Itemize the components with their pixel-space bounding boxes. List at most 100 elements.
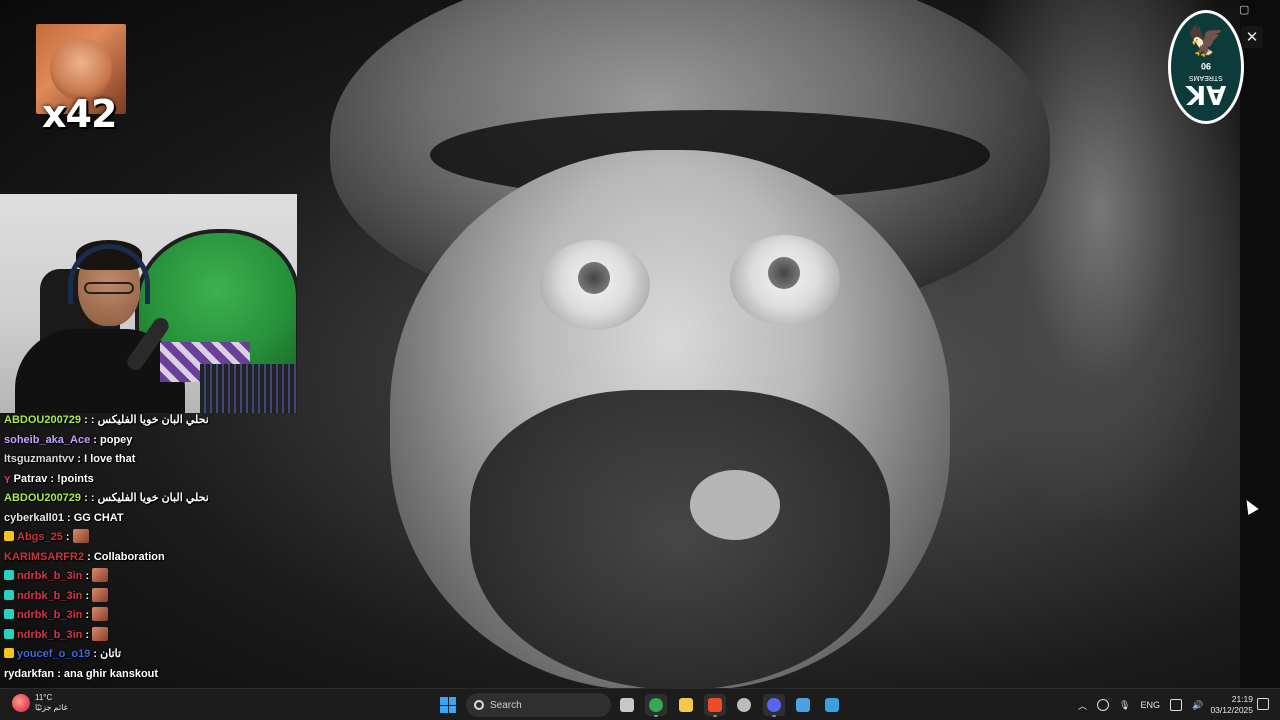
chat-text: تاتان <box>100 648 122 660</box>
chat-username[interactable]: KARIMSARFR2 <box>4 551 84 563</box>
task-view-button[interactable] <box>616 694 638 716</box>
left-eye <box>540 240 650 330</box>
language-indicator[interactable]: ENG <box>1140 700 1160 710</box>
chat-text: ana ghir kanskout <box>63 667 159 680</box>
chat-username[interactable]: ndrbk_b_3in <box>17 570 82 582</box>
snipping-tool-button[interactable] <box>821 694 843 716</box>
heart-badge-icon: Y <box>4 474 11 486</box>
photos-button[interactable] <box>792 694 814 716</box>
mod-badge-icon <box>4 589 14 600</box>
chat-username[interactable]: ABDOU200729 <box>4 414 81 426</box>
windows-icon-q3 <box>440 705 448 713</box>
chat-username[interactable]: ndrbk_b_3in <box>17 629 82 641</box>
weather-desc: غائم جزئيًا <box>35 703 68 712</box>
clock-date: 03/12/2025 <box>1210 705 1253 715</box>
chat-message: ndrbk_b_3in : <box>4 606 304 626</box>
chat-text: !points <box>57 472 94 485</box>
chat-username[interactable]: Abgs_25 <box>17 531 63 543</box>
taskbar-search[interactable]: Search <box>466 693 611 717</box>
sub-badge-icon <box>4 648 14 658</box>
close-button[interactable]: ✕ <box>1241 26 1263 48</box>
brave-icon <box>707 698 722 712</box>
chat-emote-icon <box>72 529 89 543</box>
chat-username[interactable]: rydarkfan <box>4 668 54 680</box>
chat-emote-icon <box>92 587 109 602</box>
start-button[interactable] <box>440 697 456 713</box>
notification-icon[interactable] <box>1257 698 1269 710</box>
obs-button[interactable] <box>733 694 755 716</box>
emote-counter: x42 <box>42 92 117 136</box>
windows-icon-q4 <box>448 705 456 713</box>
chrome-button[interactable] <box>645 694 668 717</box>
snipping-tool-icon <box>825 698 840 712</box>
chat-separator: : <box>84 550 94 563</box>
chat-username[interactable]: Itsguzmantvv <box>4 453 74 465</box>
mod-badge-icon <box>4 570 14 580</box>
file-explorer-button[interactable] <box>675 694 697 716</box>
emote-face <box>50 38 112 100</box>
chat-emote-icon <box>92 607 109 621</box>
chat-message: ABDOU200729 : : نحلي البان خويا الفليكس <box>4 489 304 509</box>
webcam-feed <box>0 194 297 413</box>
glasses <box>84 282 134 294</box>
volume-icon[interactable]: 🔊 <box>1192 700 1203 711</box>
running-indicator <box>771 715 776 717</box>
chat-separator: : <box>63 511 74 524</box>
windows-icon-q2 <box>448 697 456 705</box>
weather-widget[interactable]: 11°C غائم جزئيًا <box>12 693 68 713</box>
eagle-icon: 🦅 <box>1187 25 1225 58</box>
taskbar: 11°C غائم جزئيًا Search ︿ 🎙 ENG 🔊 21:19 … <box>0 688 1280 720</box>
network-icon[interactable] <box>1169 699 1182 711</box>
chat-message: KARIMSARFR2 : Collaboration <box>4 548 304 568</box>
chat-username[interactable]: Patrav <box>14 473 48 485</box>
running-indicator <box>712 715 717 717</box>
discord-button[interactable] <box>762 694 785 717</box>
brave-button[interactable] <box>703 694 726 717</box>
search-label: Search <box>490 699 522 711</box>
mouth <box>690 470 780 540</box>
clock[interactable]: 21:19 03/12/2025 <box>1205 694 1253 716</box>
right-pupil <box>768 257 800 289</box>
photos-icon <box>795 698 810 712</box>
chat-username[interactable]: ndrbk_b_3in <box>17 590 82 602</box>
logo-monogram: AK <box>1185 79 1227 109</box>
window-edge <box>1240 0 1280 688</box>
clock-time: 21:19 <box>1231 694 1253 704</box>
logo-code: 90 <box>1200 61 1211 71</box>
chat-separator: : <box>90 433 100 446</box>
chat-separator: : <box>81 414 91 426</box>
chat-message: cyberkall01 : GG CHAT <box>4 509 304 529</box>
discord-icon <box>766 698 781 712</box>
sync-icon[interactable] <box>1097 699 1110 711</box>
keyboard <box>200 364 297 413</box>
chat-separator: : <box>74 453 85 465</box>
close-icon: ✕ <box>1245 29 1259 46</box>
beard <box>470 390 890 688</box>
mod-badge-icon <box>4 628 14 639</box>
chat-overlay: ABDOU200729 : : نحلي البان خويا الفليكس s… <box>4 411 304 684</box>
chat-message: ndrbk_b_3in : <box>4 567 304 587</box>
chat-text: : نحلي البان خويا الفليكس <box>90 492 209 504</box>
chat-message: ndrbk_b_3in : <box>4 587 304 607</box>
maximize-icon[interactable]: ▢ <box>1239 3 1249 16</box>
chat-separator: : <box>82 570 93 582</box>
chat-separator: : <box>82 628 93 641</box>
chat-separator: : <box>82 609 93 621</box>
chat-text: I love that <box>84 453 136 465</box>
chat-separator: : <box>47 472 58 485</box>
system-tray: ︿ 🎙 ENG 🔊 <box>1078 689 1203 720</box>
chevron-up-icon[interactable]: ︿ <box>1078 699 1087 712</box>
chat-message: Itsguzmantvv : I love that <box>4 450 304 470</box>
search-icon <box>474 700 484 710</box>
chat-username[interactable]: soheib_aka_Ace <box>4 434 90 446</box>
chat-username[interactable]: ndrbk_b_3in <box>17 609 82 621</box>
chat-username[interactable]: ABDOU200729 <box>4 492 81 504</box>
chat-username[interactable]: youcef_o_o19 <box>17 648 90 660</box>
microphone-icon[interactable]: 🎙 <box>1119 700 1130 711</box>
channel-logo: 🦅 90 STREAMS AK <box>1168 10 1244 124</box>
chat-username[interactable]: cyberkall01 <box>4 512 64 524</box>
sub-badge-icon <box>4 531 14 541</box>
chat-emote-icon <box>92 568 109 582</box>
chat-message: ABDOU200729 : : نحلي البان خويا الفليكس <box>4 411 304 431</box>
right-eye <box>730 235 840 325</box>
